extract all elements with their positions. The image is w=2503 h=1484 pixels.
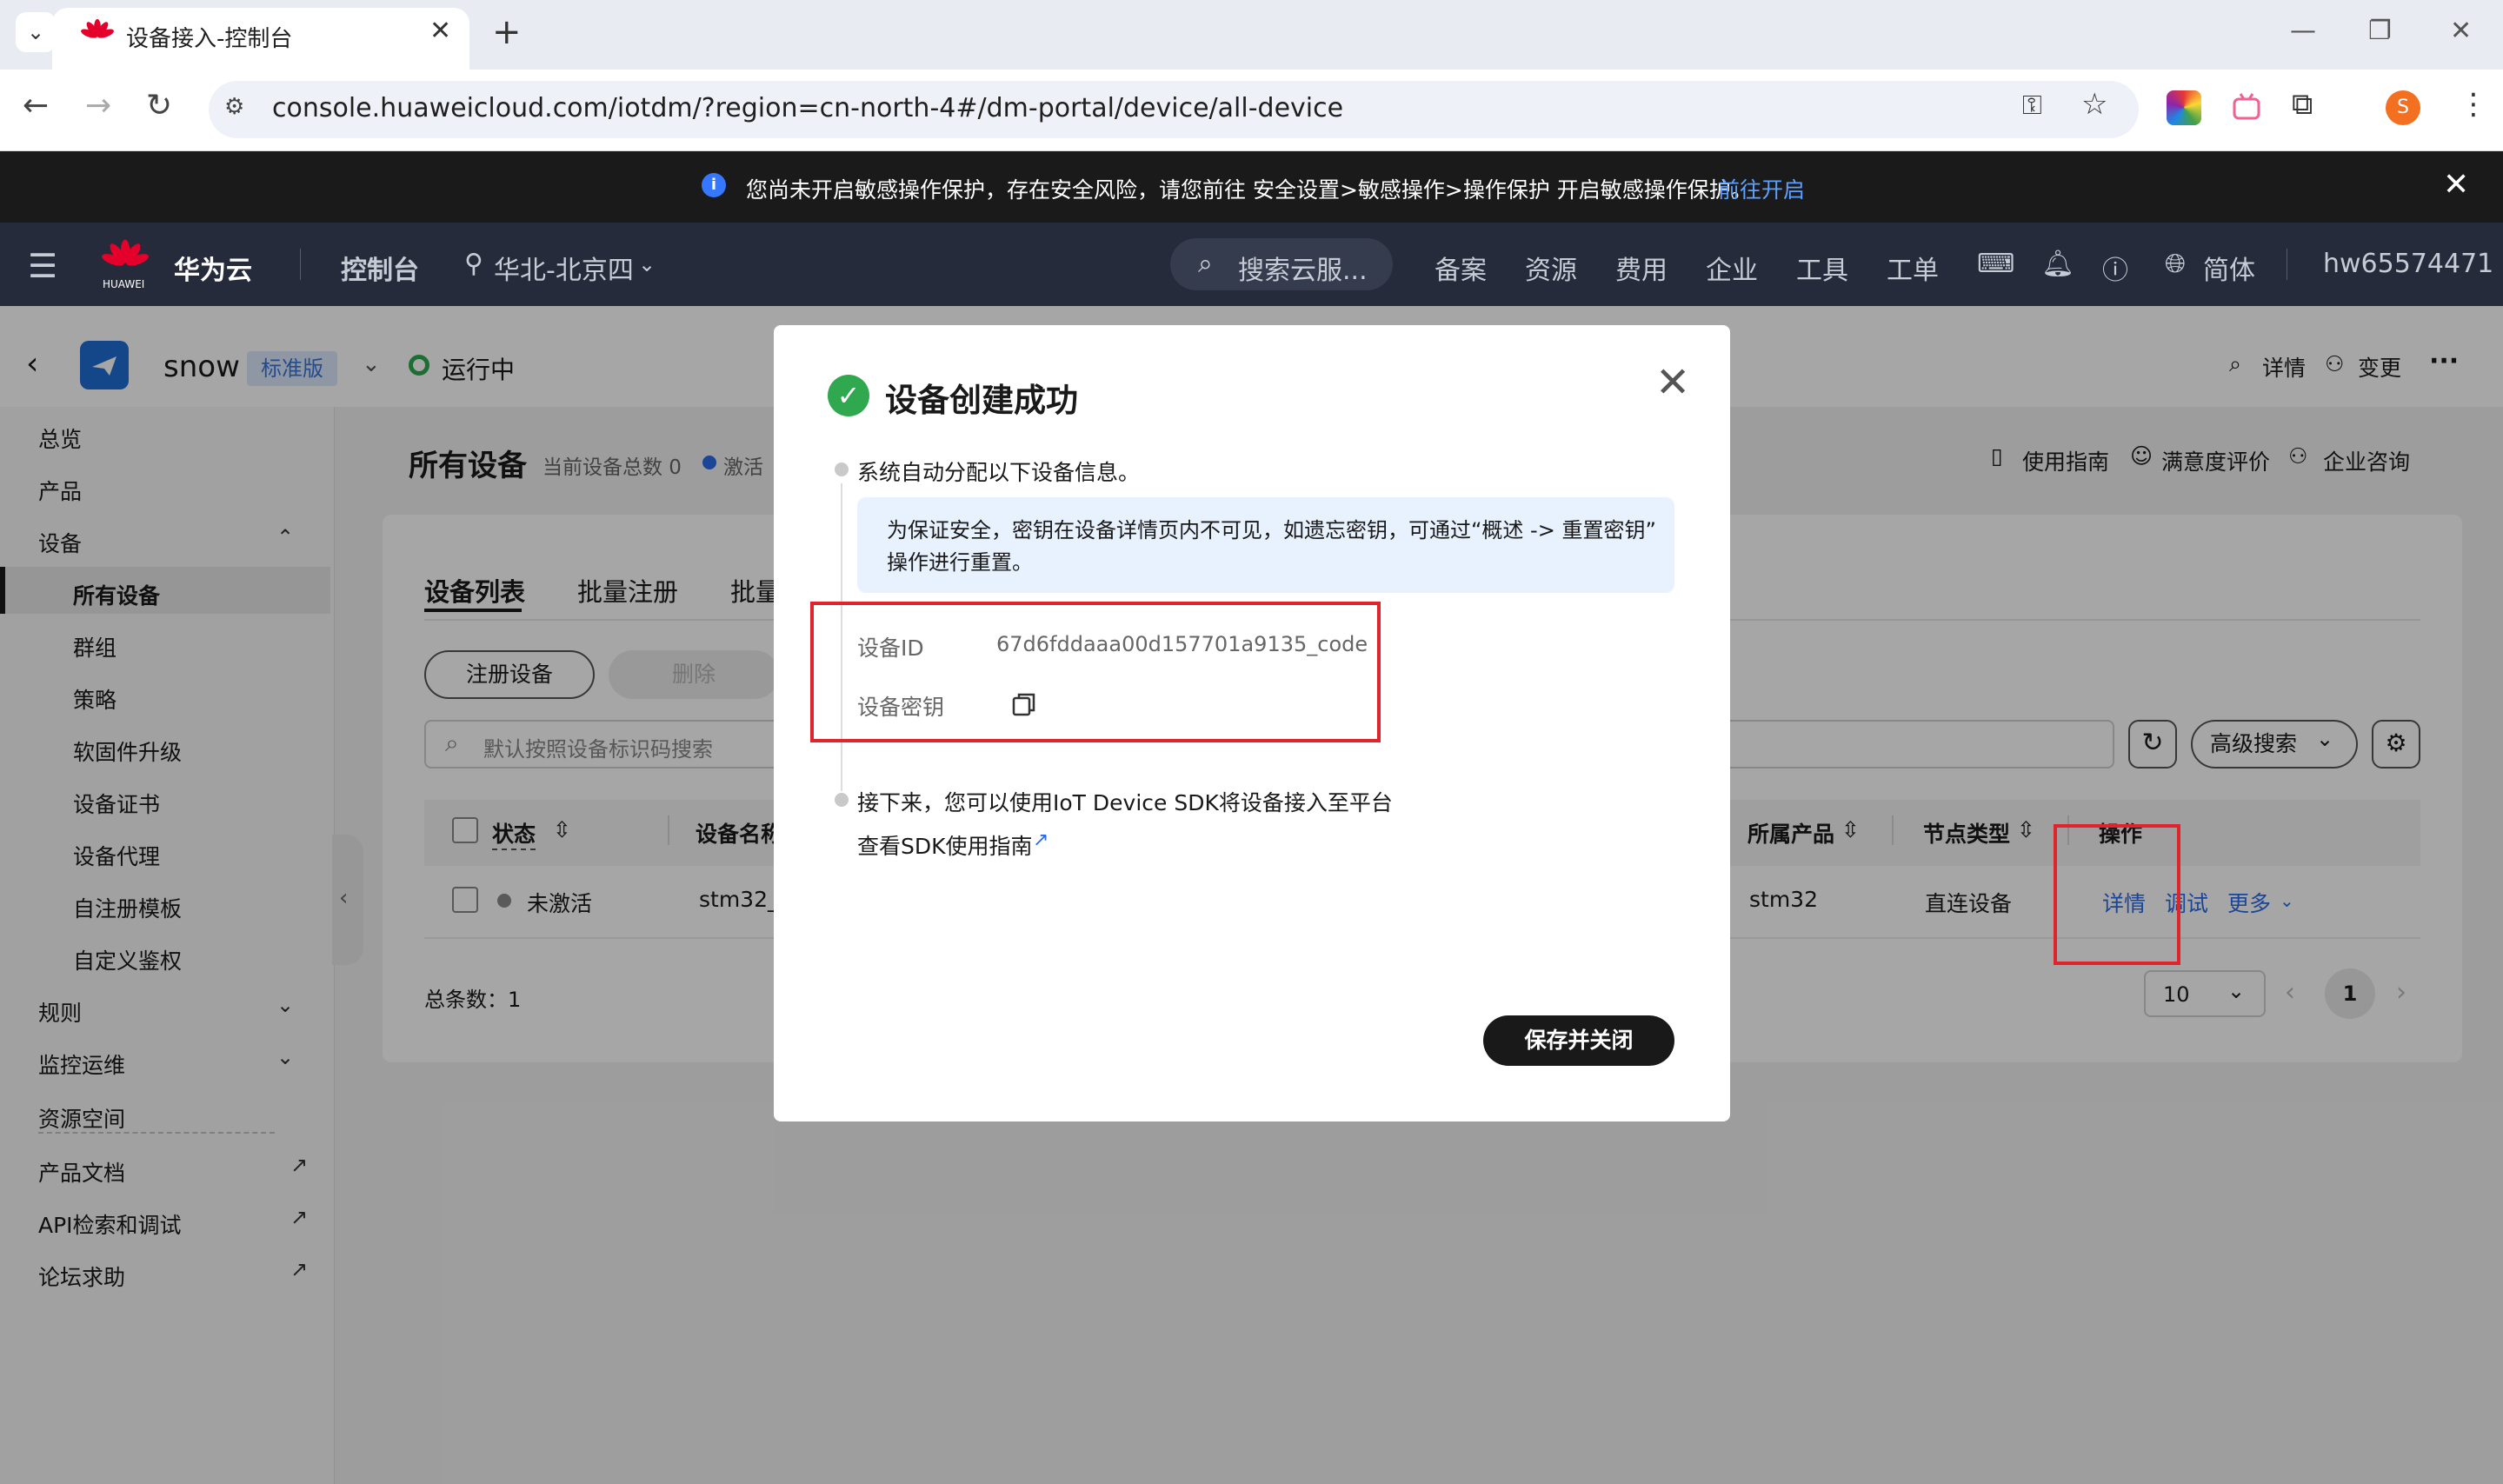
dialog-title: 设备创建成功	[885, 382, 1078, 419]
sdk-guide-link[interactable]: 查看SDK使用指南	[857, 829, 1033, 861]
huaweicloud-brand[interactable]: 华为云	[174, 249, 252, 287]
console-link[interactable]: 控制台	[341, 249, 419, 287]
huawei-logo-sub: HUAWEI	[103, 278, 145, 290]
back-arrow-icon[interactable]: ←	[23, 88, 49, 123]
warning-text: 您尚未开启敏感操作保护，存在安全风险，请您前往 安全设置>敏感操作>操作保护 开…	[746, 177, 1753, 203]
region-selector[interactable]: 华北-北京四	[494, 249, 634, 287]
step1-text: 系统自动分配以下设备信息。	[857, 460, 1141, 485]
notice-line-1: 为保证安全，密钥在设备详情页内不可见，如遗忘密钥，可通过“概述 -> 重置密钥”	[887, 518, 1656, 542]
nav-item-beian[interactable]: 备案	[1435, 249, 1487, 287]
notice-line-2: 操作进行重置。	[887, 550, 1033, 575]
annotation-highlight-box	[810, 602, 1381, 742]
nav-item-enterprise[interactable]: 企业	[1706, 249, 1758, 287]
forward-arrow-icon[interactable]: →	[85, 88, 111, 123]
profile-avatar[interactable]: S	[2386, 90, 2420, 125]
username[interactable]: hw65574471	[2323, 249, 2493, 279]
enable-protection-link[interactable]: 前往开启	[1718, 173, 1805, 204]
nav-item-tickets[interactable]: 工单	[1887, 249, 1939, 287]
nav-divider	[300, 249, 301, 280]
browser-menu-icon[interactable]: ⋮	[2459, 87, 2488, 122]
step-dot-icon	[835, 463, 849, 476]
extensions-puzzle-icon[interactable]: ⧉	[2292, 87, 2313, 122]
secret-notice-text: 为保证安全，密钥在设备详情页内不可见，如遗忘密钥，可通过“概述 -> 重置密钥”…	[887, 515, 1669, 579]
tab-list-chevron-icon[interactable]: ⌄	[16, 12, 56, 52]
url-text[interactable]: console.huaweicloud.com/iotdm/?region=cn…	[272, 93, 1343, 123]
cloud-shell-icon[interactable]: ⌨	[1977, 249, 2014, 279]
hamburger-menu-icon[interactable]: ☰	[28, 247, 57, 285]
nav-item-billing[interactable]: 费用	[1615, 249, 1668, 287]
bookmark-star-icon[interactable]: ☆	[2081, 87, 2107, 122]
search-placeholder: 搜索云服...	[1238, 256, 1368, 286]
search-icon: ⌕	[1198, 249, 1213, 279]
warning-close-icon[interactable]: ✕	[2443, 167, 2469, 203]
window-minimize-icon[interactable]: —	[2290, 16, 2316, 46]
language-selector[interactable]: 简体	[2203, 249, 2255, 287]
region-chevron-down-icon[interactable]: ⌄	[638, 252, 656, 276]
annotation-highlight-box	[2054, 824, 2180, 965]
language-globe-icon[interactable]: 🌐︎	[2165, 249, 2186, 279]
bilibili-extension-icon[interactable]	[2229, 90, 2264, 125]
save-and-close-button[interactable]: 保存并关闭	[1483, 1015, 1674, 1066]
step-dot-icon	[835, 793, 849, 807]
password-key-icon[interactable]: ⚿	[2022, 90, 2042, 121]
info-icon: i	[702, 173, 726, 197]
step2-text: 接下来，您可以使用IoT Device SDK将设备接入至平台	[857, 790, 1393, 815]
notification-bell-icon[interactable]: 🔔︎	[2041, 249, 2074, 279]
window-restore-icon[interactable]: ❐	[2368, 16, 2392, 46]
window-close-icon[interactable]: ✕	[2450, 16, 2472, 46]
dialog-close-icon[interactable]: ✕	[1655, 358, 1690, 407]
new-tab-plus-icon[interactable]: +	[492, 12, 522, 52]
region-location-icon[interactable]: ⚲	[464, 249, 483, 279]
site-settings-icon[interactable]: ⚙	[224, 94, 244, 120]
color-extension-icon[interactable]	[2167, 90, 2201, 125]
huawei-favicon-icon	[80, 17, 115, 52]
tab-close-icon[interactable]: ✕	[429, 16, 451, 46]
success-check-icon: ✓	[828, 375, 869, 416]
nav-item-resource[interactable]: 资源	[1525, 249, 1577, 287]
help-question-icon[interactable]: ⓘ	[2102, 249, 2128, 287]
nav-item-tools[interactable]: 工具	[1796, 249, 1848, 287]
tab-title: 设备接入-控制台	[126, 26, 293, 52]
external-link-icon[interactable]: ↗	[1033, 829, 1048, 851]
reload-icon[interactable]: ↻	[146, 88, 172, 123]
